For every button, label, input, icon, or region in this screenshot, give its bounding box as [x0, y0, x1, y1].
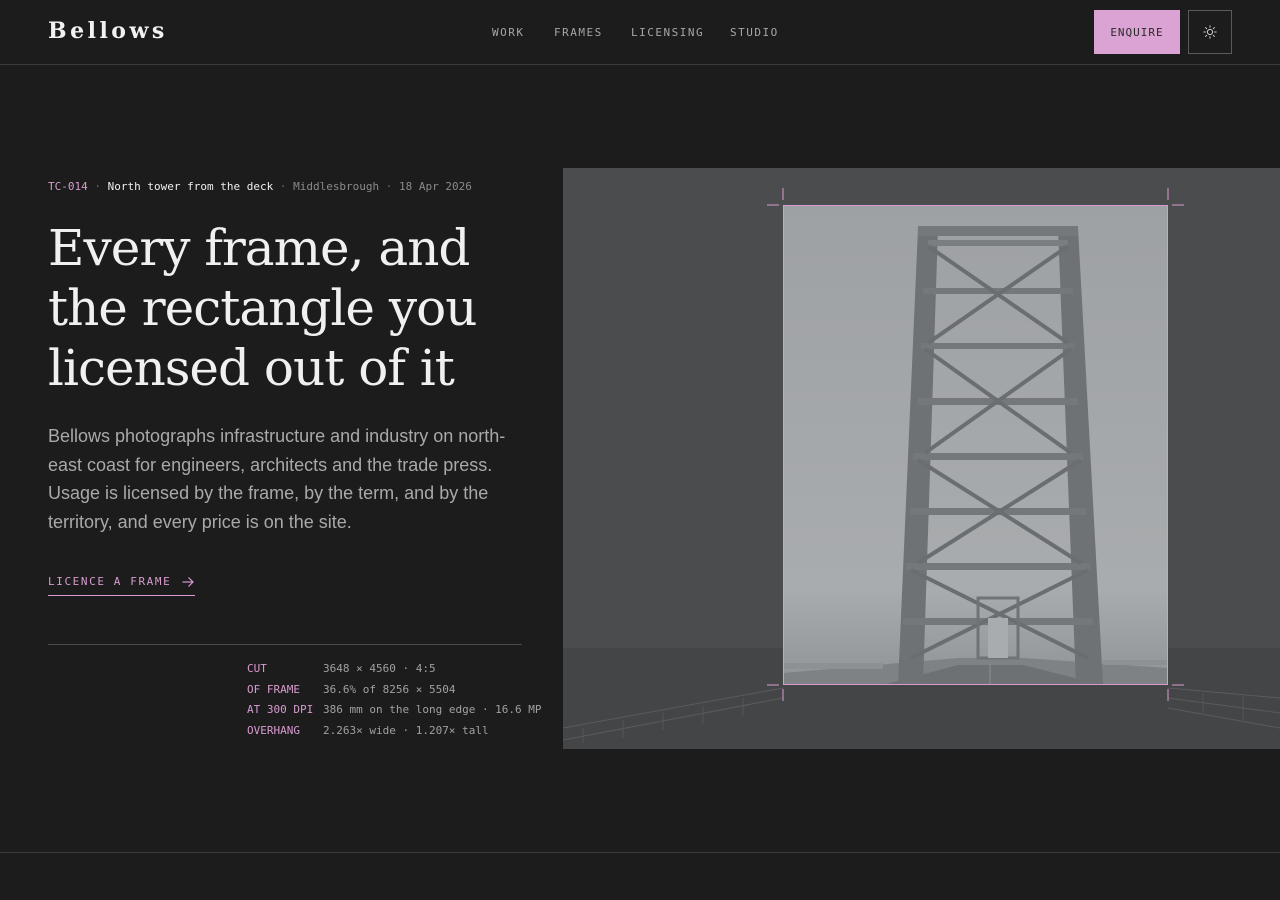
headline-line-2: the rectangle you — [48, 279, 477, 337]
spec-divider — [48, 644, 522, 645]
enquire-button[interactable]: ENQUIRE — [1094, 10, 1180, 54]
spec-value: 2.263× wide · 1.207× tall — [323, 724, 489, 738]
spec-key: AT 300 DPI — [247, 703, 314, 717]
bridge-photo — [563, 168, 1280, 749]
sun-icon — [1203, 25, 1217, 39]
frame-place: Middlesbrough — [293, 180, 380, 193]
frame-image-panel[interactable] — [563, 168, 1280, 749]
nav-item-frames[interactable]: FRAMES — [554, 26, 603, 39]
theme-toggle-button[interactable] — [1188, 10, 1232, 54]
spec-value: 36.6% of 8256 × 5504 — [323, 682, 456, 696]
footer-divider — [0, 852, 1280, 853]
spec-row-cut: CUT 3648 × 4560 · 4:5 — [247, 660, 542, 681]
spec-key: OVERHANG — [247, 724, 300, 738]
spec-value: 386 mm on the long edge · 16.6 MP — [323, 703, 542, 717]
spec-list: CUT 3648 × 4560 · 4:5 OF FRAME 36.6% of … — [247, 660, 542, 743]
hero-headline: Every frame, and the rectangle you licen… — [48, 218, 528, 398]
spec-row-dpi: AT 300 DPI 386 mm on the long edge · 16.… — [247, 701, 542, 722]
nav-item-work[interactable]: WORK — [492, 26, 525, 39]
hero-lead: Bellows photographs infrastructure and i… — [48, 426, 506, 533]
frame-meta: TC-014 · North tower from the deck · Mid… — [48, 180, 472, 193]
main-nav: WORK FRAMES LICENSING STUDIO — [0, 26, 1280, 40]
meta-separator: · — [279, 180, 294, 193]
site-header: Bellows WORK FRAMES LICENSING STUDIO ENQ… — [0, 0, 1280, 65]
nav-item-licensing[interactable]: LICENSING — [631, 26, 704, 39]
spec-key: CUT — [247, 662, 267, 675]
spec-row-of-frame: OF FRAME 36.6% of 8256 × 5504 — [247, 681, 542, 702]
meta-separator: · — [385, 180, 400, 193]
spec-row-overhang: OVERHANG 2.263× wide · 1.207× tall — [247, 722, 542, 743]
spec-value: 3648 × 4560 · 4:5 — [323, 662, 436, 675]
nav-item-studio[interactable]: STUDIO — [730, 26, 779, 39]
headline-line-3: licensed out of it — [48, 339, 455, 397]
frame-date: 18 Apr 2026 — [399, 180, 472, 193]
arrow-right-icon — [182, 577, 195, 587]
frame-code: TC-014 — [48, 180, 88, 193]
licence-frame-link[interactable]: LICENCE A FRAME — [48, 574, 196, 596]
headline-line-1: Every frame, and — [48, 219, 470, 277]
spec-key: OF FRAME — [247, 682, 300, 696]
frame-title: North tower from the deck — [107, 180, 274, 193]
licence-frame-label: LICENCE A FRAME — [48, 575, 172, 588]
meta-separator: · — [94, 180, 108, 193]
